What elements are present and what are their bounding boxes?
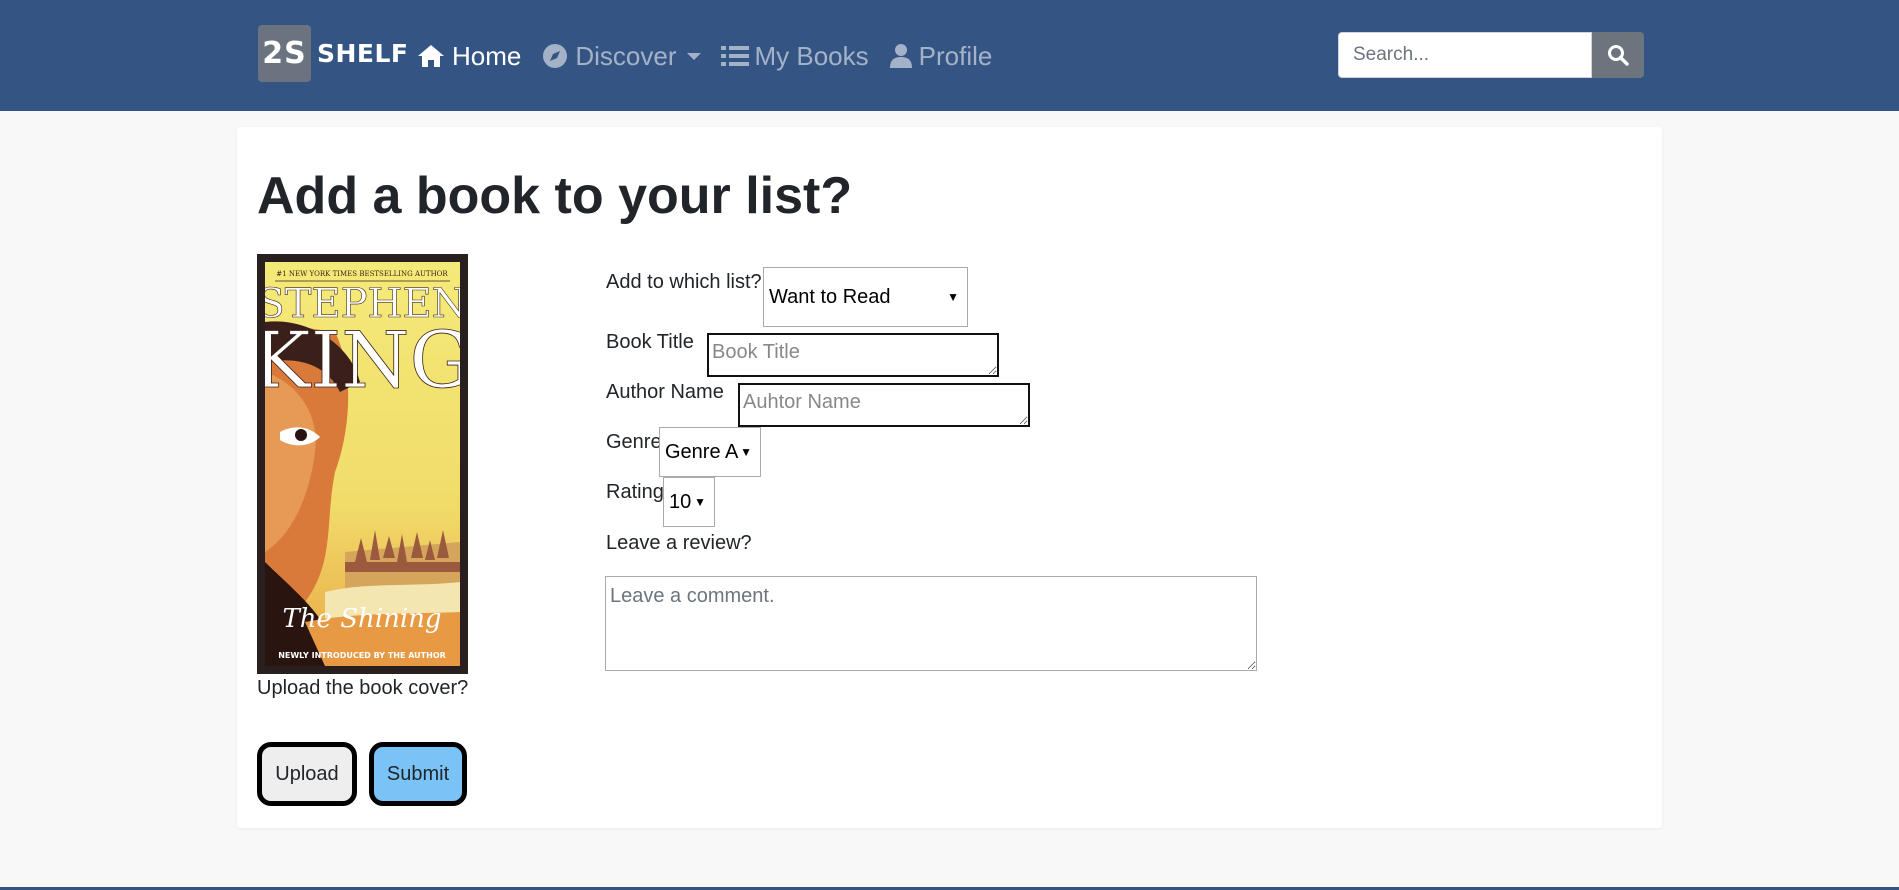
brand-mark: 2S xyxy=(258,24,311,82)
review-label: Leave a review? xyxy=(606,532,752,554)
cover-title: The Shining xyxy=(282,604,441,634)
main-nav: Home Discover My Books Profile xyxy=(416,36,1012,76)
dropdown-arrow-icon: ▼ xyxy=(947,290,959,304)
nav-my-books-label: My Books xyxy=(754,40,869,71)
nav-profile[interactable]: Profile xyxy=(889,40,993,72)
upload-cover-label: Upload the book cover? xyxy=(257,677,469,699)
top-navbar: 2S SHELF Home Discover My Books Profile … xyxy=(0,0,1899,111)
nav-my-books[interactable]: My Books xyxy=(720,40,869,72)
search-button[interactable] xyxy=(1592,32,1644,78)
rating-select-value: 10 xyxy=(669,490,692,513)
nav-home-label: Home xyxy=(452,40,522,71)
author-name-field[interactable] xyxy=(738,383,1030,427)
brand-logo[interactable]: 2S SHELF xyxy=(258,24,409,82)
cover-author-last: KING xyxy=(265,316,460,406)
nav-discover[interactable]: Discover xyxy=(541,40,701,72)
search-bar xyxy=(1338,32,1644,78)
list-label: Add to which list? xyxy=(606,271,762,293)
book-cover-art: #1 NEW YORK TIMES BESTSELLING AUTHOR STE… xyxy=(265,262,460,666)
title-label: Book Title xyxy=(606,331,694,353)
cover-bottom-text: NEWLY INTRODUCED BY THE AUTHOR xyxy=(278,651,446,660)
book-cover-image: #1 NEW YORK TIMES BESTSELLING AUTHOR STE… xyxy=(257,254,468,674)
dropdown-arrow-icon: ▼ xyxy=(694,495,706,509)
brand-name: SHELF xyxy=(317,38,409,68)
book-title-field[interactable] xyxy=(707,333,999,377)
search-icon xyxy=(1608,45,1629,66)
dropdown-arrow-icon: ▼ xyxy=(740,445,752,459)
author-label: Author Name xyxy=(606,381,724,403)
list-select[interactable]: Want to Read ▼ xyxy=(763,267,968,327)
compass-icon xyxy=(543,44,568,68)
genre-select[interactable]: Genre A ▼ xyxy=(659,427,761,477)
upload-button[interactable]: Upload xyxy=(257,742,357,806)
nav-discover-label: Discover xyxy=(575,40,677,71)
list-select-value: Want to Read xyxy=(769,285,891,308)
home-icon xyxy=(418,45,444,67)
nav-home[interactable]: Home xyxy=(416,41,521,72)
review-textarea[interactable] xyxy=(605,576,1257,671)
cover-top-text: #1 NEW YORK TIMES BESTSELLING AUTHOR xyxy=(276,270,448,278)
nav-profile-label: Profile xyxy=(918,40,993,71)
page-title: Add a book to your list? xyxy=(257,167,853,225)
search-input[interactable] xyxy=(1338,32,1592,78)
genre-select-value: Genre A xyxy=(665,440,739,463)
submit-button[interactable]: Submit xyxy=(369,742,467,806)
rating-select[interactable]: 10 ▼ xyxy=(663,477,715,527)
add-book-card: Add a book to your list? #1 NEW YORK TIM… xyxy=(237,127,1662,828)
list-icon xyxy=(720,46,749,66)
genre-label: Genre xyxy=(606,431,662,453)
rating-label: Rating xyxy=(606,481,664,503)
user-icon xyxy=(889,44,912,68)
chevron-down-icon xyxy=(686,52,701,60)
